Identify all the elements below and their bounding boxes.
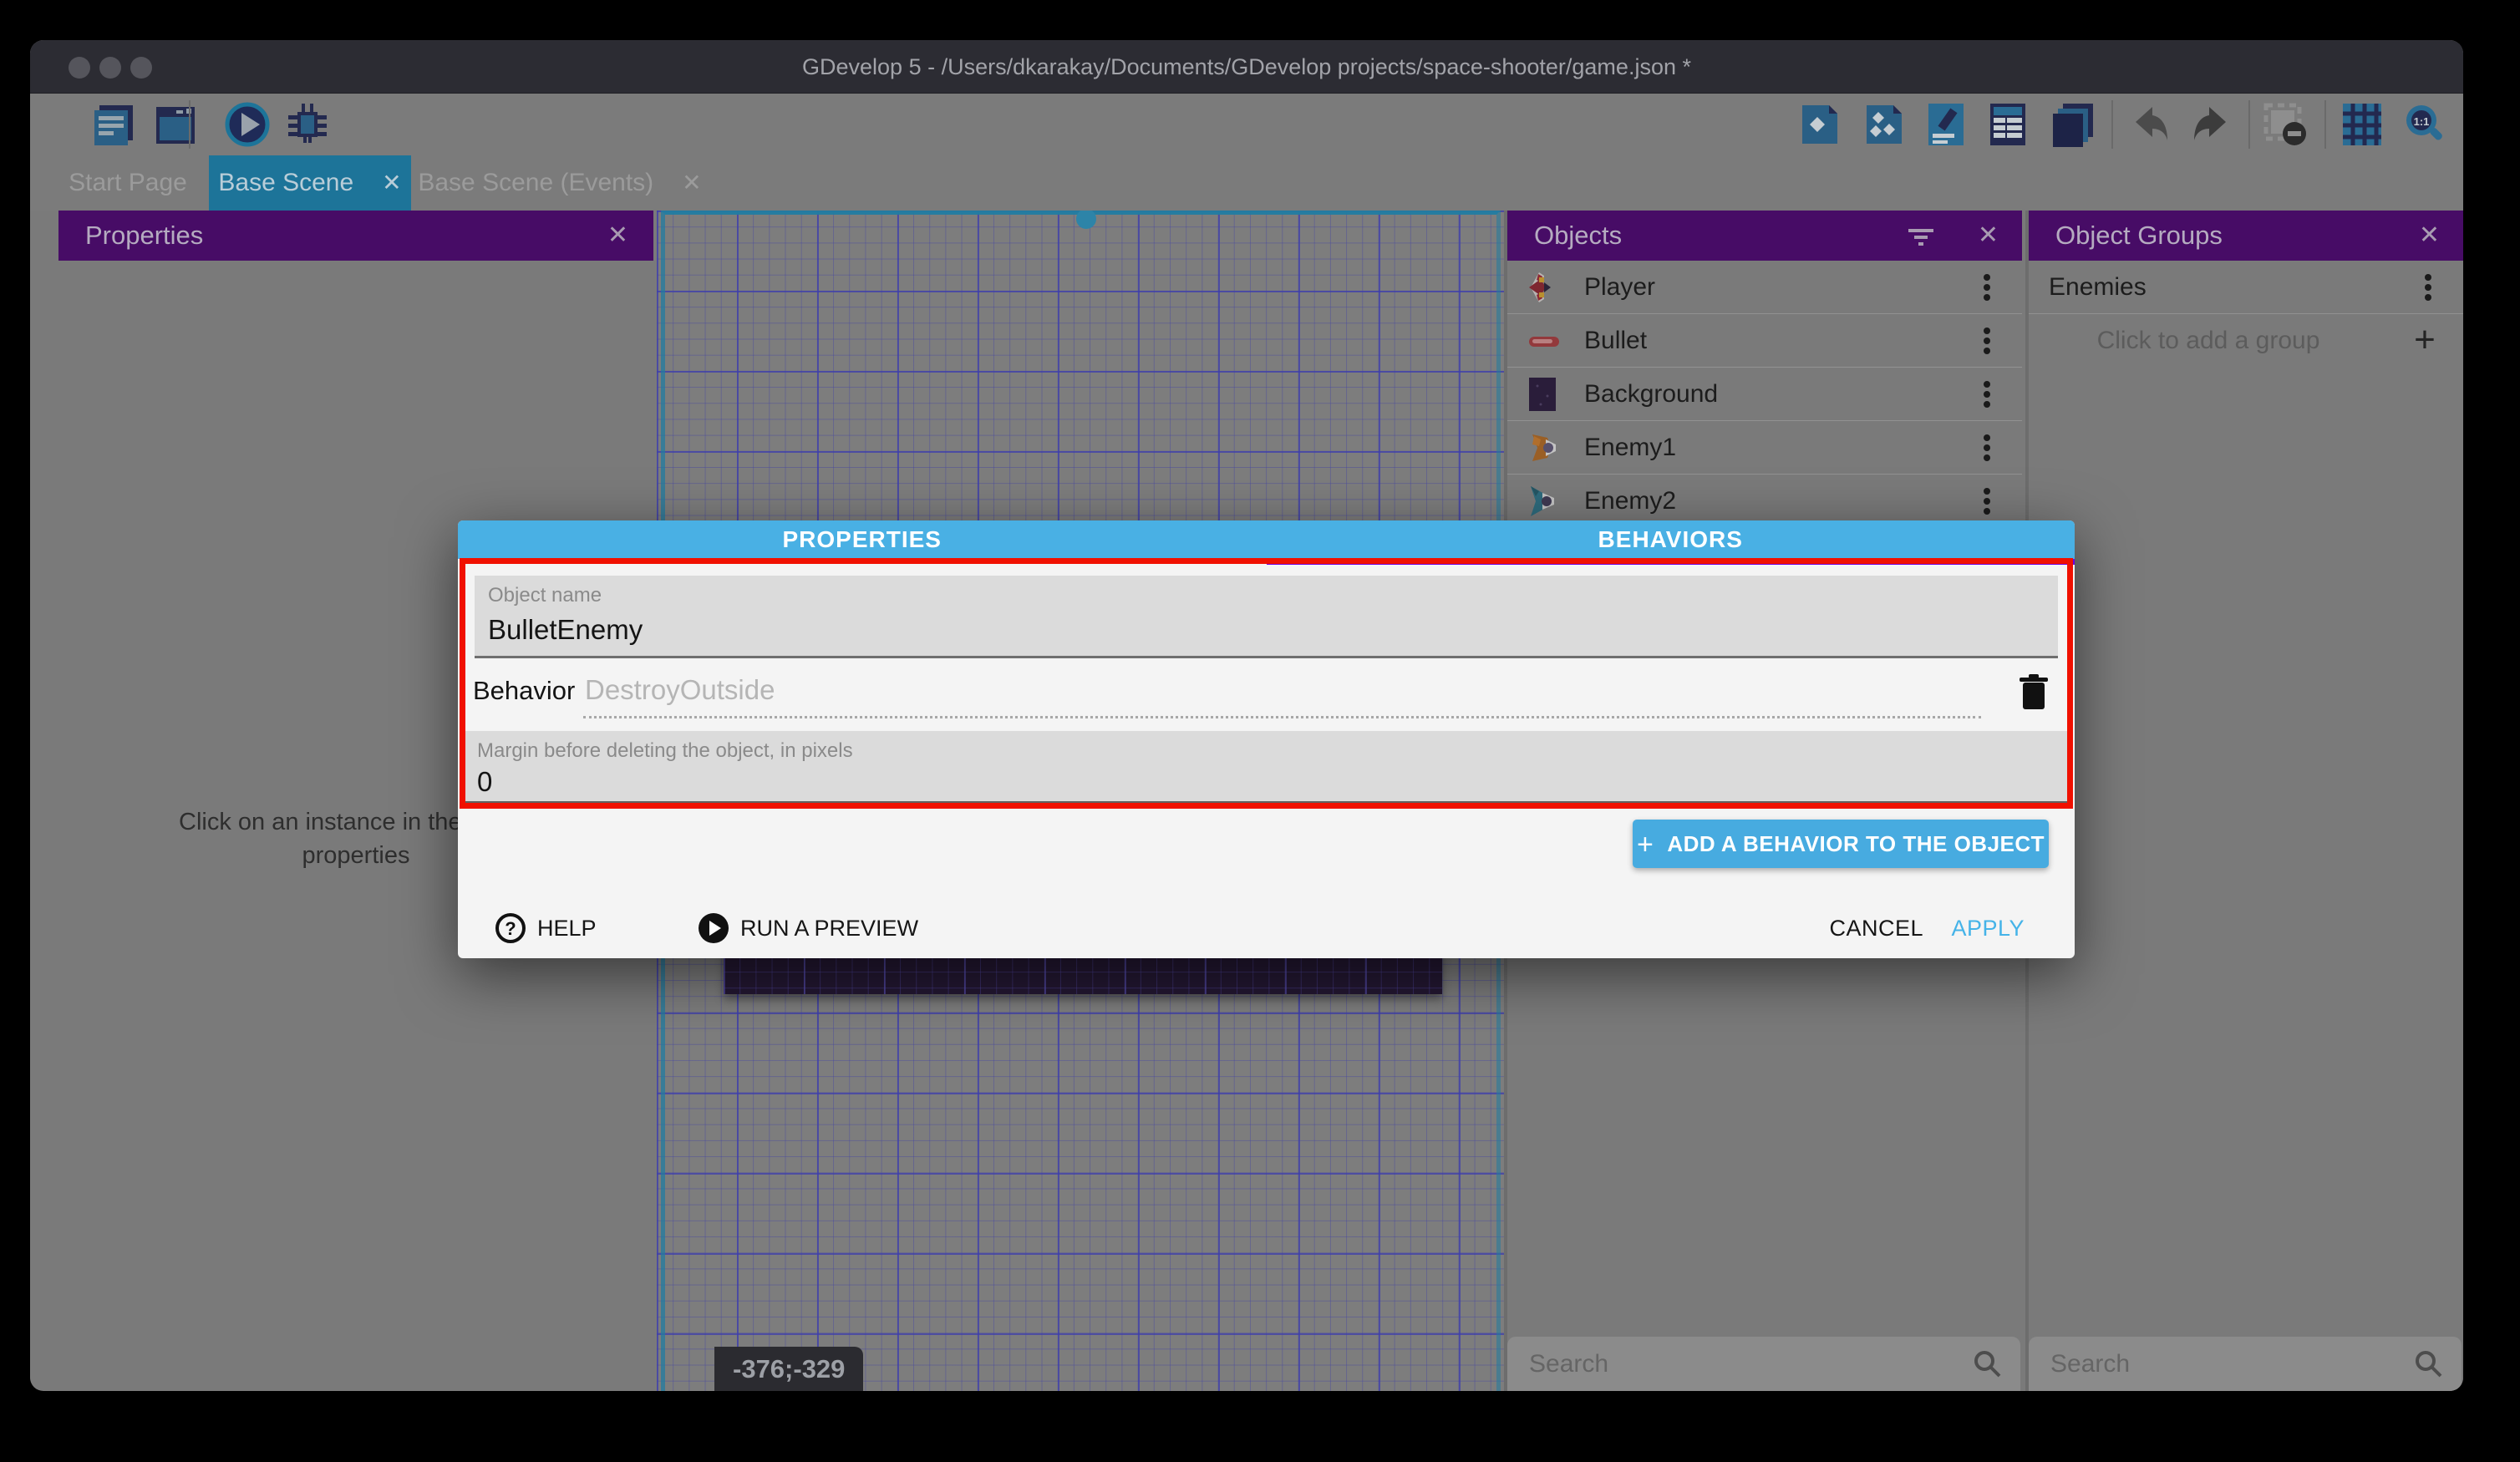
add-behavior-button[interactable]: +ADD A BEHAVIOR TO THE OBJECT: [1633, 820, 2049, 868]
enemy2-sprite-icon: [1526, 483, 1562, 520]
search-placeholder: Search: [1529, 1337, 1608, 1391]
object-menu-kebab-icon[interactable]: [1970, 324, 2004, 358]
tab-start-page[interactable]: Start Page: [47, 155, 209, 211]
add-group-plus-icon[interactable]: +: [2408, 324, 2441, 358]
object-editor-dialog: PROPERTIES BEHAVIORS Object name BulletE…: [458, 520, 2075, 958]
dialog-footer: ? HELP RUN A PREVIEW CANCEL APPLY: [458, 898, 2075, 958]
grid-icon[interactable]: [2340, 102, 2385, 147]
instances-list-icon[interactable]: [1985, 102, 2030, 147]
cancel-button[interactable]: CANCEL: [1829, 898, 1923, 958]
run-preview-button[interactable]: RUN A PREVIEW: [740, 898, 918, 958]
behavior-input-underline: [583, 716, 1981, 718]
editor-tabbar: Start Page Base Scene✕ Base Scene (Event…: [30, 155, 2463, 211]
main-toolbar: 1:1: [30, 94, 2463, 155]
objects-panel-title: Objects: [1534, 221, 1622, 250]
dialog-tab-header: PROPERTIES BEHAVIORS: [458, 520, 2075, 559]
close-tab-icon[interactable]: ✕: [382, 170, 401, 195]
play-preview-icon[interactable]: [225, 102, 270, 147]
search-icon: [1972, 1348, 2002, 1378]
properties-editor-icon[interactable]: [1923, 102, 1969, 147]
remove-mask-icon[interactable]: [2263, 102, 2308, 147]
delete-behavior-trash-icon[interactable]: [2016, 673, 2051, 711]
objects-editor-icon[interactable]: [1797, 102, 1842, 147]
group-name: Enemies: [2049, 261, 2147, 314]
close-panel-icon[interactable]: ✕: [2419, 211, 2440, 261]
toolbar-separator: [2324, 100, 2326, 149]
group-menu-kebab-icon[interactable]: [2411, 271, 2445, 304]
zoom-1-1-icon[interactable]: 1:1: [2401, 102, 2446, 147]
object-groups-icon[interactable]: [1862, 102, 1907, 147]
close-tab-icon[interactable]: ✕: [682, 170, 701, 195]
object-row-background[interactable]: Background: [1507, 368, 2022, 421]
behavior-row: Behavior DestroyOutside: [458, 661, 2075, 728]
debug-icon[interactable]: [285, 102, 330, 147]
behavior-type-value[interactable]: DestroyOutside: [585, 674, 775, 706]
object-groups-panel-title: Object Groups: [2055, 221, 2223, 250]
run-preview-icon[interactable]: [698, 912, 729, 944]
add-group-label: Click to add a group: [2029, 314, 2388, 368]
toolbar-separator: [2111, 100, 2113, 149]
help-icon[interactable]: ?: [495, 912, 526, 944]
object-menu-kebab-icon[interactable]: [1970, 485, 2004, 518]
object-groups-panel-header: Object Groups ✕: [2029, 211, 2463, 261]
layers-editor-icon[interactable]: [2050, 102, 2095, 147]
behavior-label: Behavior: [473, 676, 575, 706]
cursor-coordinates-badge: -376;-329: [714, 1347, 863, 1391]
undo-icon[interactable]: [2127, 102, 2172, 147]
close-panel-icon[interactable]: ✕: [607, 211, 628, 261]
object-groups-panel: Object Groups ✕ Enemies Click to add a g…: [2025, 211, 2463, 1391]
project-manager-icon[interactable]: [91, 102, 136, 147]
background-sprite-icon: [1526, 376, 1562, 413]
margin-value[interactable]: 0: [477, 766, 492, 798]
groups-search-field[interactable]: Search: [2029, 1337, 2462, 1391]
titlebar: GDevelop 5 - /Users/dkarakay/Documents/G…: [30, 40, 2463, 94]
properties-panel-header: Properties ✕: [58, 211, 653, 261]
search-icon: [2413, 1348, 2443, 1378]
search-placeholder: Search: [2050, 1337, 2130, 1391]
objects-search-field[interactable]: Search: [1507, 1337, 2020, 1391]
filter-icon[interactable]: [1907, 222, 1935, 251]
tab-base-scene[interactable]: Base Scene✕: [209, 155, 411, 211]
properties-panel-title: Properties: [85, 221, 203, 250]
group-row-enemies[interactable]: Enemies: [2029, 261, 2463, 314]
margin-label: Margin before deleting the object, in pi…: [477, 739, 853, 763]
objects-panel-header: Objects ✕: [1507, 211, 2022, 261]
open-scene-window-icon[interactable]: [153, 102, 198, 147]
object-menu-kebab-icon[interactable]: [1970, 271, 2004, 304]
help-button[interactable]: HELP: [537, 898, 597, 958]
object-name: Bullet: [1584, 314, 1647, 368]
toolbar-separator: [189, 100, 191, 149]
plus-icon: +: [1637, 829, 1654, 860]
close-panel-icon[interactable]: ✕: [1978, 211, 1999, 261]
object-row-bullet[interactable]: Bullet: [1507, 314, 2022, 368]
object-menu-kebab-icon[interactable]: [1970, 431, 2004, 464]
enemy1-sprite-icon: [1526, 429, 1562, 466]
object-name-field[interactable]: Object name BulletEnemy: [475, 576, 2058, 658]
object-row-enemy1[interactable]: Enemy1: [1507, 421, 2022, 475]
tab-base-scene-events[interactable]: Base Scene (Events)✕: [418, 155, 702, 211]
object-name: Enemy1: [1584, 421, 1676, 475]
active-tab-indicator: [1267, 559, 2075, 565]
toolbar-separator: [2248, 100, 2250, 149]
add-group-row[interactable]: Click to add a group +: [2029, 314, 2463, 368]
apply-button[interactable]: APPLY: [1951, 898, 2025, 958]
dialog-tab-properties[interactable]: PROPERTIES: [458, 520, 1267, 559]
object-name: Background: [1584, 368, 1718, 421]
dialog-tab-behaviors[interactable]: BEHAVIORS: [1267, 520, 2075, 559]
svg-text:?: ?: [505, 918, 516, 939]
margin-field[interactable]: Margin before deleting the object, in pi…: [465, 731, 2067, 805]
redo-icon[interactable]: [2189, 102, 2234, 147]
object-menu-kebab-icon[interactable]: [1970, 378, 2004, 411]
object-name-value[interactable]: BulletEnemy: [488, 614, 643, 646]
svg-text:1:1: 1:1: [2414, 115, 2430, 128]
bullet-sprite-icon: [1526, 322, 1562, 359]
window-title: GDevelop 5 - /Users/dkarakay/Documents/G…: [30, 40, 2463, 94]
object-name: Player: [1584, 261, 1655, 314]
player-sprite-icon: [1526, 269, 1562, 306]
object-name-label: Object name: [488, 584, 602, 607]
object-row-player[interactable]: Player: [1507, 261, 2022, 314]
